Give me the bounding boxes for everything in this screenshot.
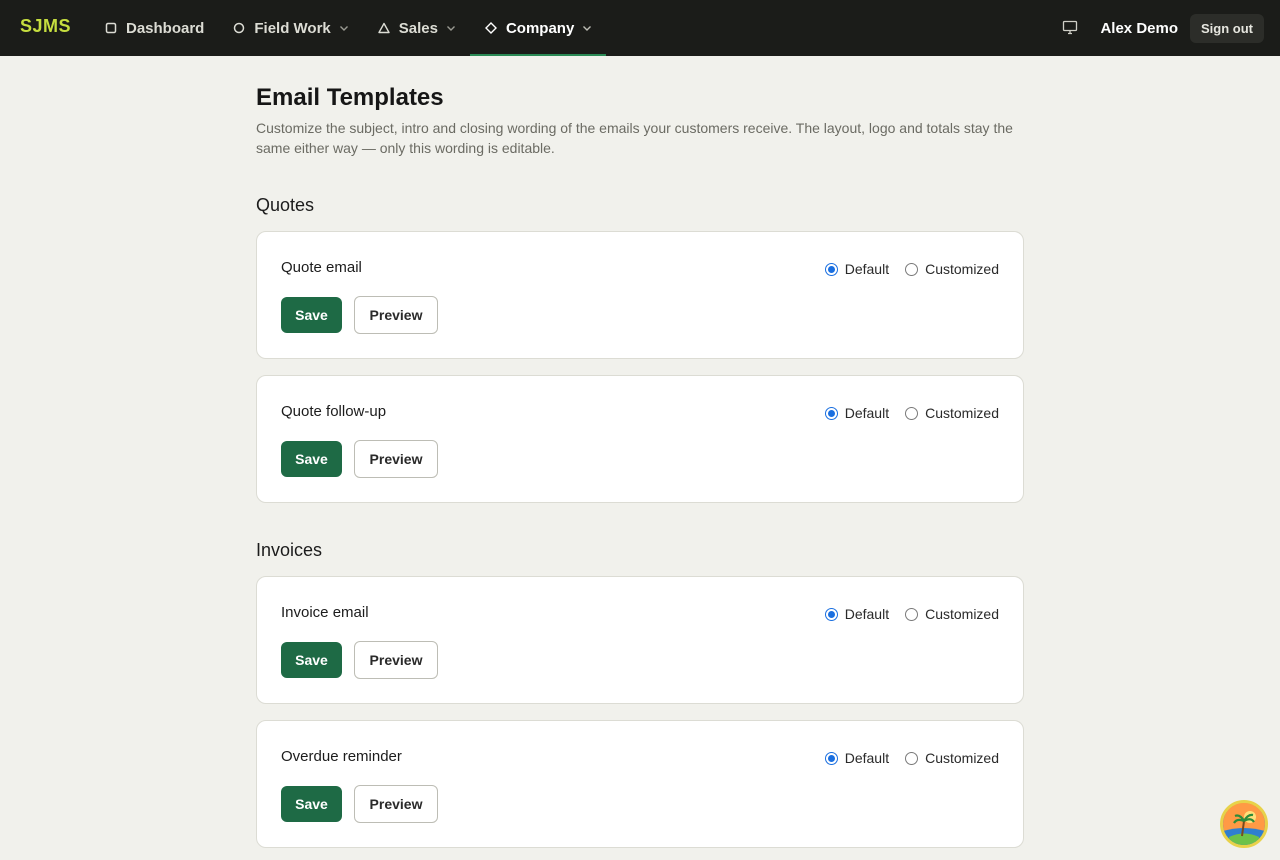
assistant-avatar-icon[interactable] (1220, 800, 1268, 848)
preview-button[interactable]: Preview (354, 296, 438, 334)
template-mode-radios: Default Customized (809, 750, 999, 766)
radio-label-customized: Customized (925, 261, 999, 277)
chevron-down-icon (582, 23, 592, 33)
template-card-invoice-email: Invoice email Default Customized Save Pr… (256, 576, 1024, 704)
radio-checked-icon[interactable] (824, 751, 838, 765)
monitor-icon[interactable] (1062, 19, 1080, 37)
preview-button[interactable]: Preview (354, 641, 438, 679)
radio-checked-icon[interactable] (824, 607, 838, 621)
radio-customized[interactable]: Customized (905, 405, 999, 421)
radio-label-default: Default (844, 750, 890, 766)
radio-default[interactable]: Default (824, 606, 890, 622)
template-mode-radios: Default Customized (809, 405, 999, 421)
preview-button[interactable]: Preview (354, 440, 438, 478)
save-button[interactable]: Save (281, 441, 342, 477)
sign-out-button[interactable]: Sign out (1190, 13, 1264, 43)
radio-label-default: Default (844, 606, 890, 622)
radio-customized[interactable]: Customized (905, 261, 999, 277)
radio-checked-icon[interactable] (824, 262, 838, 276)
radio-label-default: Default (844, 405, 890, 421)
chevron-down-icon (339, 23, 349, 33)
radio-default[interactable]: Default (824, 405, 890, 421)
radio-unchecked-icon[interactable] (905, 406, 919, 420)
square-icon (104, 21, 118, 35)
main-nav: Dashboard Field Work Sales Company (90, 0, 607, 56)
nav-label-dashboard: Dashboard (126, 19, 205, 37)
main-content: Email Templates Customize the subject, i… (256, 84, 1024, 860)
radio-unchecked-icon[interactable] (905, 751, 919, 765)
radio-unchecked-icon[interactable] (905, 607, 919, 621)
page-description: Customize the subject, intro and closing… (256, 120, 1013, 156)
radio-customized[interactable]: Customized (905, 606, 999, 622)
radio-label-customized: Customized (925, 606, 999, 622)
nav-item-company[interactable]: Company (469, 0, 607, 56)
chevron-down-icon (446, 23, 456, 33)
template-card-quote-email: Quote email Default Customized Save Prev… (256, 231, 1024, 359)
section-title-invoices: Invoices (256, 540, 323, 560)
triangle-icon (377, 21, 391, 35)
nav-item-sales[interactable]: Sales (363, 0, 470, 56)
radio-customized[interactable]: Customized (905, 750, 999, 766)
brand-logo[interactable]: SJMS (20, 16, 71, 37)
template-mode-radios: Default Customized (809, 606, 999, 622)
nav-label-field-work: Field Work (254, 19, 331, 37)
save-button[interactable]: Save (281, 642, 342, 678)
template-card-quote-follow-up: Quote follow-up Default Customized Save … (256, 375, 1024, 503)
radio-label-customized: Customized (925, 405, 999, 421)
radio-label-customized: Customized (925, 750, 999, 766)
nav-item-field-work[interactable]: Field Work (218, 0, 362, 56)
template-name: Quote follow-up (281, 403, 387, 420)
radio-default[interactable]: Default (824, 750, 890, 766)
template-name: Overdue reminder (281, 748, 402, 765)
section-title-quotes: Quotes (256, 195, 315, 215)
nav-label-company: Company (505, 19, 575, 37)
save-button[interactable]: Save (281, 297, 342, 333)
radio-checked-icon[interactable] (824, 406, 838, 420)
template-mode-radios: Default Customized (809, 261, 999, 277)
radio-unchecked-icon[interactable] (905, 262, 919, 276)
user-name[interactable]: Alex Demo (1100, 20, 1178, 37)
template-name: Invoice email (281, 604, 369, 621)
circle-icon (232, 21, 246, 35)
template-card-overdue-reminder: Overdue reminder Default Customized Save… (256, 720, 1024, 848)
radio-label-default: Default (844, 261, 890, 277)
top-navbar: SJMS Dashboard Field Work Sales Company … (0, 0, 1280, 56)
radio-default[interactable]: Default (824, 261, 890, 277)
template-name: Quote email (281, 259, 362, 276)
diamond-icon (484, 21, 498, 35)
page-title: Email Templates (256, 84, 444, 111)
preview-button[interactable]: Preview (354, 785, 438, 823)
nav-label-sales: Sales (398, 19, 438, 37)
nav-item-dashboard[interactable]: Dashboard (90, 0, 218, 56)
nav-right: Alex Demo Sign out (1062, 0, 1264, 56)
save-button[interactable]: Save (281, 786, 342, 822)
